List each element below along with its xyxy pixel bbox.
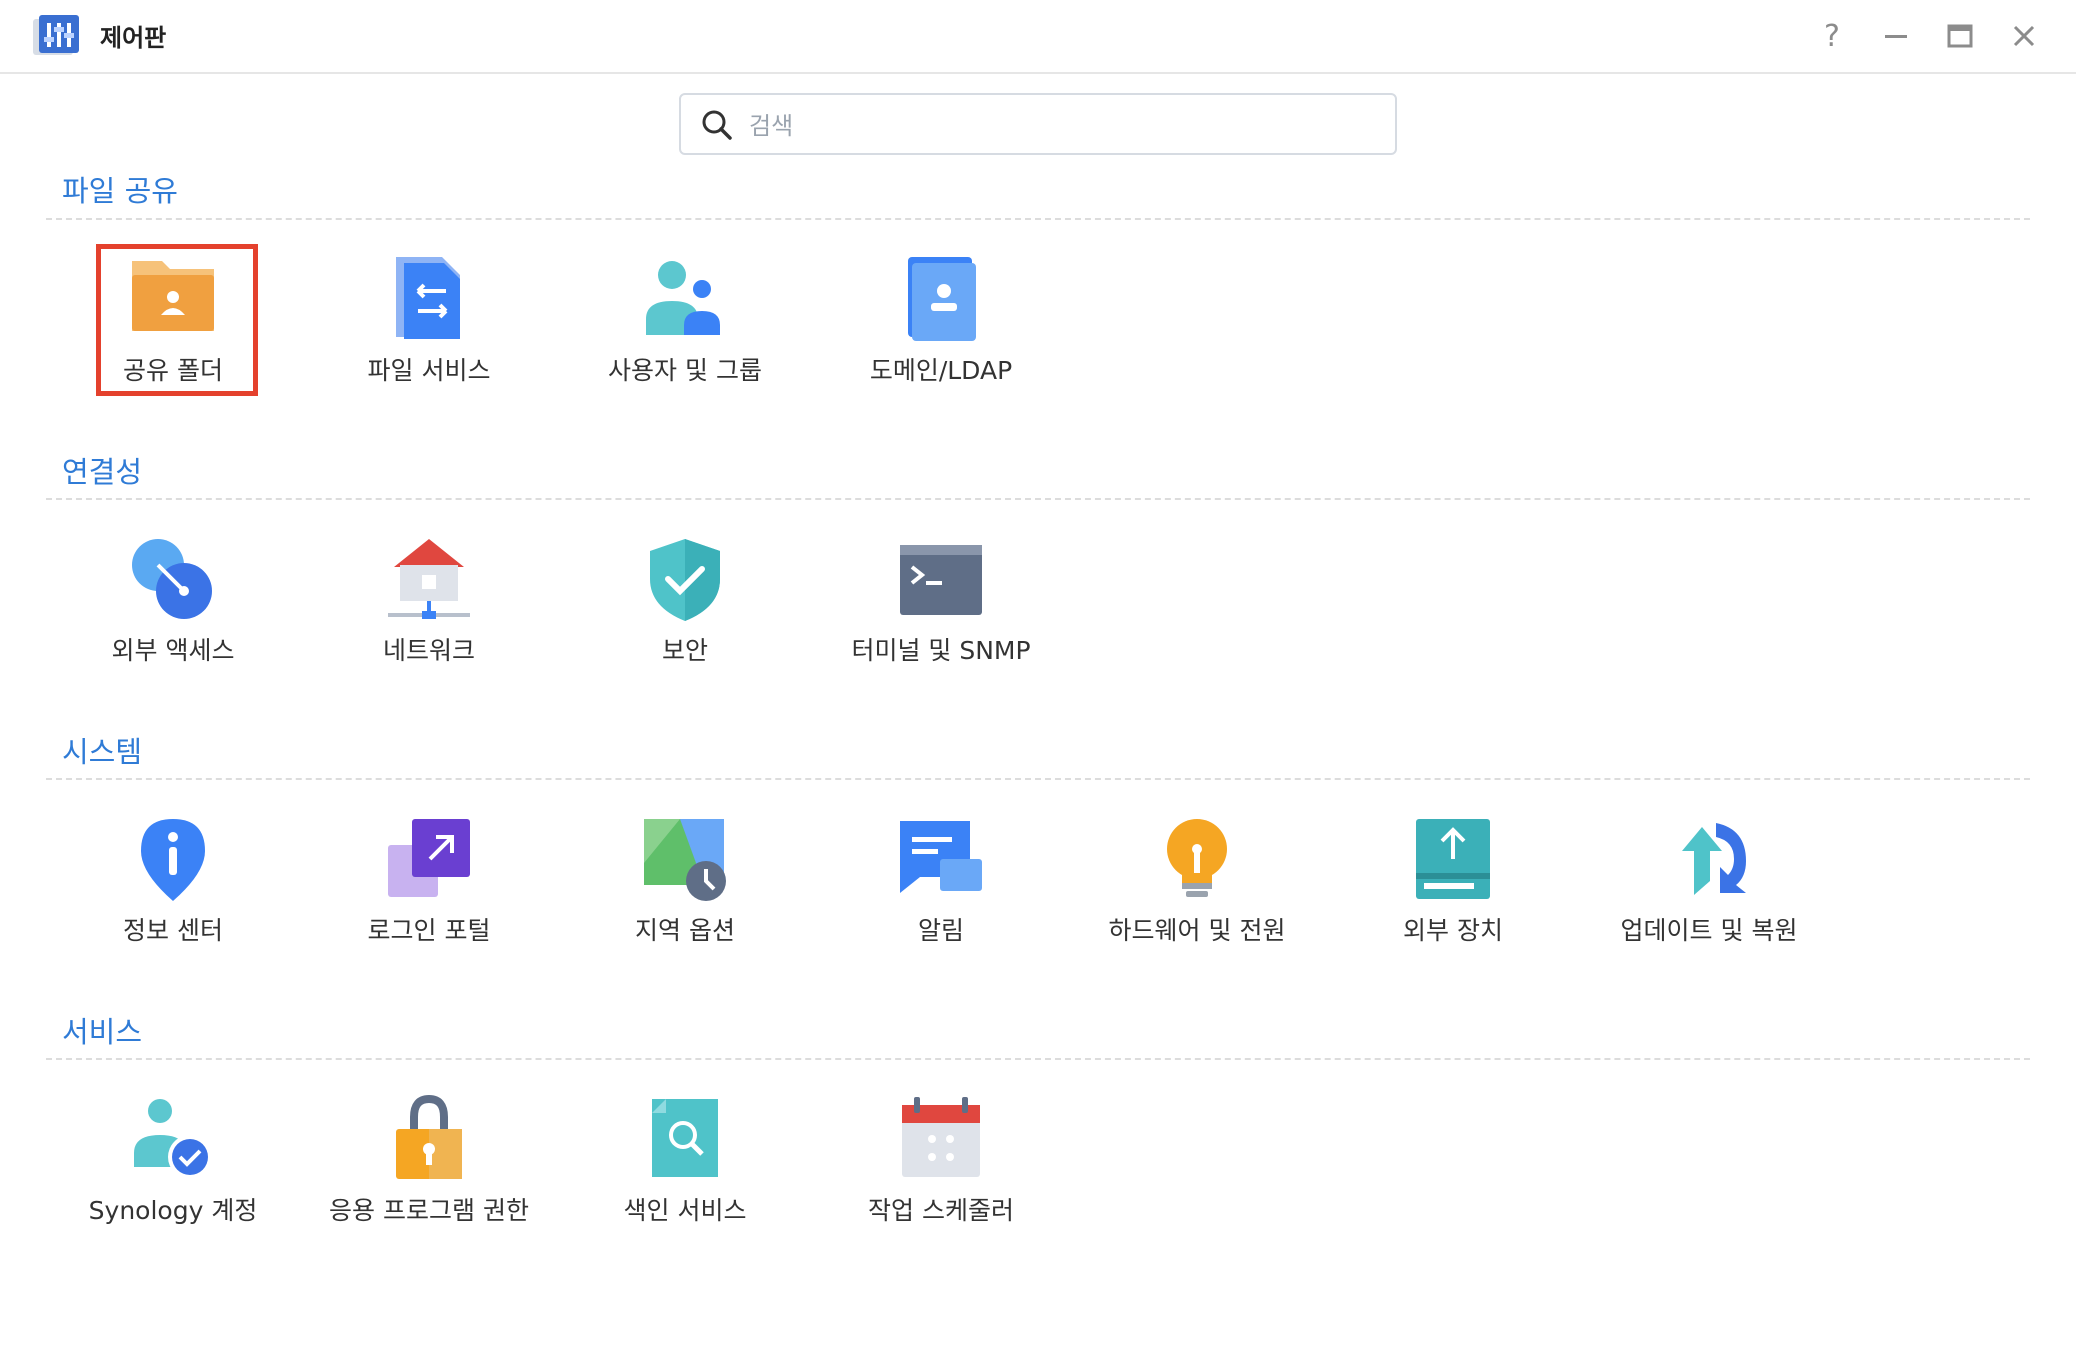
tile-label: Synology 계정 bbox=[88, 1196, 258, 1225]
tile-notification[interactable]: 알림 bbox=[831, 815, 1051, 965]
maximize-icon bbox=[1947, 24, 1973, 48]
tile-network[interactable]: 네트워크 bbox=[319, 535, 539, 685]
external-devices-icon bbox=[1416, 819, 1490, 899]
tile-label: 응용 프로그램 권한 bbox=[329, 1196, 529, 1225]
tile-label: 알림 bbox=[917, 916, 964, 945]
tile-info-center[interactable]: 정보 센터 bbox=[63, 815, 283, 965]
notification-icon bbox=[900, 821, 982, 893]
maximize-button[interactable] bbox=[1940, 16, 1980, 56]
file-services-icon bbox=[396, 257, 460, 339]
search-box[interactable] bbox=[679, 93, 1397, 155]
tile-login-portal[interactable]: 로그인 포털 bbox=[319, 815, 539, 965]
tile-synology-account[interactable]: Synology 계정 bbox=[63, 1095, 283, 1245]
section-divider bbox=[46, 778, 2030, 780]
login-portal-icon bbox=[388, 819, 470, 897]
help-button[interactable]: ? bbox=[1812, 16, 1852, 56]
hardware-power-icon bbox=[1167, 819, 1227, 897]
tile-external-access[interactable]: 외부 액세스 bbox=[63, 535, 283, 685]
close-button[interactable] bbox=[2004, 16, 2044, 56]
tile-label: 지역 옵션 bbox=[635, 916, 735, 945]
window-title: 제어판 bbox=[100, 24, 167, 52]
section-divider bbox=[46, 218, 2030, 220]
tile-file-services[interactable]: 파일 서비스 bbox=[319, 255, 539, 405]
tile-domain-ldap[interactable]: 도메인/LDAP bbox=[831, 255, 1051, 405]
tile-regional-options[interactable]: 지역 옵션 bbox=[575, 815, 795, 965]
tile-label: 파일 서비스 bbox=[367, 356, 491, 385]
tile-application-privileges[interactable]: 응용 프로그램 권한 bbox=[319, 1095, 539, 1245]
shared-folder-icon bbox=[132, 261, 214, 331]
section-title-services: 서비스 bbox=[62, 1015, 143, 1049]
tile-label: 도메인/LDAP bbox=[869, 356, 1013, 385]
terminal-icon bbox=[900, 545, 982, 615]
info-center-icon bbox=[141, 819, 205, 901]
section-divider bbox=[46, 1058, 2030, 1060]
section-title-file-sharing: 파일 공유 bbox=[62, 174, 178, 208]
tile-label: 정보 센터 bbox=[123, 916, 223, 945]
section-title-connectivity: 연결성 bbox=[62, 455, 143, 489]
tile-label: 네트워크 bbox=[382, 636, 475, 665]
search-input[interactable] bbox=[747, 105, 1381, 147]
close-icon bbox=[2013, 25, 2035, 47]
section-title-system: 시스템 bbox=[62, 735, 143, 769]
security-shield-icon bbox=[650, 539, 720, 621]
search-icon bbox=[702, 110, 732, 140]
tile-update-restore[interactable]: 업데이트 및 복원 bbox=[1599, 815, 1819, 965]
tile-external-devices[interactable]: 외부 장치 bbox=[1343, 815, 1563, 965]
tile-label: 작업 스케줄러 bbox=[868, 1196, 1014, 1225]
tile-label: 하드웨어 및 전원 bbox=[1108, 916, 1286, 945]
tile-label: 터미널 및 SNMP bbox=[851, 636, 1031, 665]
update-restore-icon bbox=[1682, 823, 1746, 895]
tile-indexing-service[interactable]: 색인 서비스 bbox=[575, 1095, 795, 1245]
tile-label: 로그인 포털 bbox=[367, 916, 491, 945]
control-panel-app-icon bbox=[33, 15, 79, 55]
tile-user-group[interactable]: 사용자 및 그룹 bbox=[575, 255, 795, 405]
tile-label: 사용자 및 그룹 bbox=[608, 356, 762, 385]
application-privileges-icon bbox=[396, 1095, 462, 1179]
user-group-icon bbox=[646, 261, 720, 335]
tile-label: 색인 서비스 bbox=[623, 1196, 747, 1225]
tile-label: 업데이트 및 복원 bbox=[1620, 916, 1798, 945]
tile-label: 공유 폴더 bbox=[123, 356, 223, 385]
tile-security[interactable]: 보안 bbox=[575, 535, 795, 685]
minimize-button[interactable] bbox=[1876, 16, 1916, 56]
indexing-service-icon bbox=[652, 1099, 718, 1177]
minimize-icon bbox=[1885, 35, 1907, 38]
help-icon: ? bbox=[1824, 18, 1840, 54]
synology-account-icon bbox=[134, 1099, 212, 1179]
tile-task-scheduler[interactable]: 작업 스케줄러 bbox=[831, 1095, 1051, 1245]
network-icon bbox=[388, 539, 470, 619]
tile-label: 외부 장치 bbox=[1403, 916, 1503, 945]
tile-label: 외부 액세스 bbox=[111, 636, 235, 665]
tile-shared-folder[interactable]: 공유 폴더 bbox=[63, 255, 283, 405]
section-divider bbox=[46, 498, 2030, 500]
tile-label: 보안 bbox=[661, 636, 708, 665]
task-scheduler-icon bbox=[902, 1097, 980, 1177]
tile-terminal-snmp[interactable]: 터미널 및 SNMP bbox=[831, 535, 1051, 685]
domain-ldap-icon bbox=[908, 257, 976, 341]
title-bar: 제어판 ? bbox=[0, 0, 2076, 74]
regional-options-icon bbox=[644, 819, 726, 901]
external-access-icon bbox=[132, 539, 212, 619]
tile-hardware-power[interactable]: 하드웨어 및 전원 bbox=[1087, 815, 1307, 965]
